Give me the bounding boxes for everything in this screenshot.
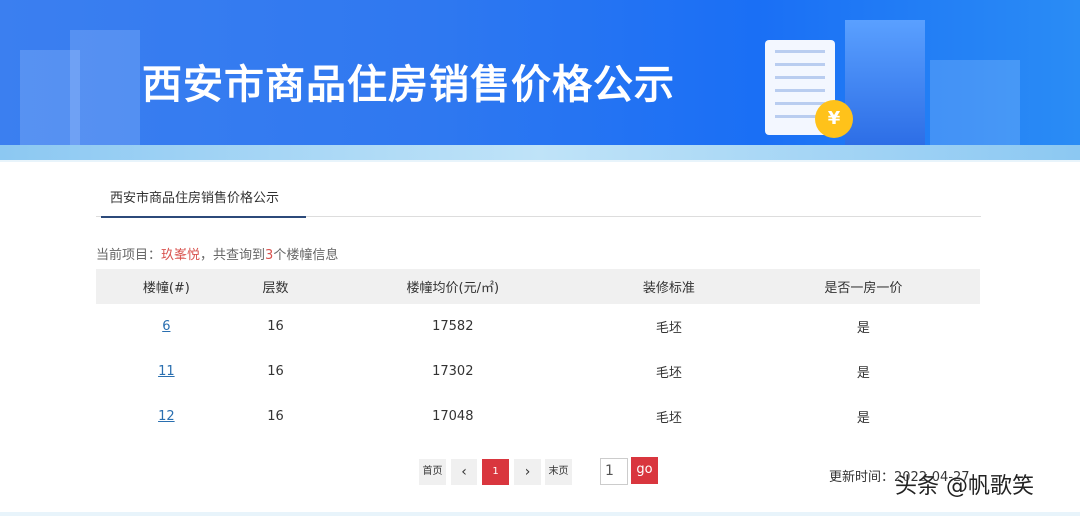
table-row: 11 16 17302 毛坯 是 <box>96 349 980 394</box>
prev-page-button[interactable]: ‹ <box>451 459 477 485</box>
cell: 17582 <box>432 319 474 334</box>
cell: 16 <box>267 409 284 424</box>
col-building: 楼幢(#) <box>96 269 237 304</box>
next-page-button[interactable]: › <box>514 459 541 485</box>
cell: 毛坯 <box>655 366 682 381</box>
tab-bar: 西安市商品住房销售价格公示 <box>96 187 981 218</box>
cell: 是 <box>856 411 870 426</box>
info-prefix: 当前项目： <box>96 248 162 263</box>
col-avg-price: 楼幢均价(元/㎡) <box>314 269 592 304</box>
last-page-button[interactable]: 末页 <box>545 459 572 485</box>
building-link[interactable]: 12 <box>158 409 175 424</box>
header-banner: 西安市商品住房销售价格公示 ¥ <box>0 0 1080 160</box>
cell: 毛坯 <box>655 411 682 426</box>
cell: 是 <box>856 321 870 336</box>
cell: 是 <box>856 366 870 381</box>
query-info: 当前项目：玖峯悦，共查询到3个楼幢信息 <box>96 244 338 263</box>
table-row: 12 16 17048 毛坯 是 <box>96 394 980 439</box>
banner-title: 西安市商品住房销售价格公示 <box>142 62 675 108</box>
tab-price-notice[interactable]: 西安市商品住房销售价格公示 <box>101 187 306 218</box>
building-table: 楼幢(#) 层数 楼幢均价(元/㎡) 装修标准 是否一房一价 6 16 17582 毛… <box>96 269 980 439</box>
watermark: 头条 @帆歌笑 <box>895 474 1034 499</box>
building-link[interactable]: 6 <box>162 319 170 334</box>
coin-icon: ¥ <box>815 100 853 138</box>
building-illustration <box>845 20 925 145</box>
building-link[interactable]: 11 <box>158 364 175 379</box>
info-suffix: 个楼幢信息 <box>273 248 339 263</box>
cell: 16 <box>267 364 284 379</box>
col-decoration: 装修标准 <box>591 269 747 304</box>
info-mid: ，共查询到 <box>200 248 266 263</box>
project-name: 玖峯悦 <box>161 248 201 263</box>
go-button[interactable]: go <box>631 457 658 484</box>
col-one-price: 是否一房一价 <box>746 269 980 304</box>
cell: 毛坯 <box>655 321 682 336</box>
cell: 16 <box>267 319 284 334</box>
col-floors: 层数 <box>236 269 315 304</box>
first-page-button[interactable]: 首页 <box>419 459 446 485</box>
table-row: 6 16 17582 毛坯 是 <box>96 304 980 349</box>
cell: 17302 <box>432 364 474 379</box>
cell: 17048 <box>432 409 474 424</box>
content-panel: 西安市商品住房销售价格公示 当前项目：玖峯悦，共查询到3个楼幢信息 楼幢(#) … <box>0 162 1080 512</box>
page-1-button[interactable]: 1 <box>482 459 509 485</box>
page-input[interactable]: 1 <box>600 458 628 485</box>
